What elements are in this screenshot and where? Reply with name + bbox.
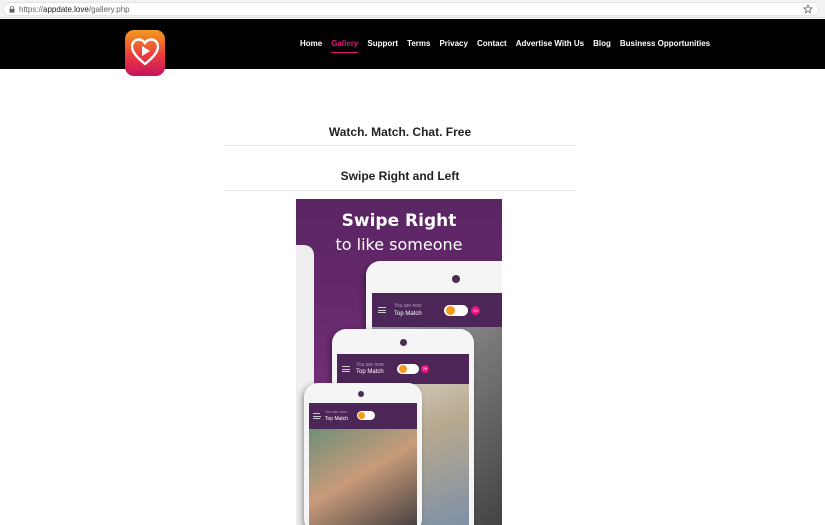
nav-item-support[interactable]: Support	[367, 39, 398, 53]
count-badge: 29	[471, 306, 480, 315]
profile-photo	[309, 429, 417, 525]
divider	[224, 190, 576, 191]
phone-speaker	[358, 391, 364, 397]
nav-item-advertise-with-us[interactable]: Advertise With Us	[516, 39, 584, 53]
divider	[224, 145, 576, 146]
like-toggle	[397, 364, 419, 374]
phone-app-bar: You are now Top Match 29	[337, 354, 469, 384]
phone-speaker	[452, 275, 460, 283]
heart-play-icon	[131, 38, 159, 66]
phone-subtitle: You are now	[394, 303, 422, 309]
page-heading: Watch. Match. Chat. Free	[328, 125, 472, 139]
gallery-image-swipe-right[interactable]: Swipe Right to like someone You are now …	[296, 199, 502, 525]
phone-title: Top Match	[394, 311, 422, 317]
nav-item-privacy[interactable]: Privacy	[439, 39, 467, 53]
phone-app-bar: You are now Top Match	[309, 403, 417, 429]
heart-icon	[399, 365, 407, 373]
phone-illustration-front: You are now Top Match	[304, 383, 422, 525]
phone-app-bar: You are now Top Match 29	[372, 293, 502, 327]
site-header: Home Gallery Support Terms Privacy Contact Adv…	[0, 19, 825, 76]
menu-icon	[342, 366, 350, 372]
nav-item-terms[interactable]: Terms	[407, 39, 430, 53]
phone-title: Top Match	[356, 369, 384, 375]
gallery-subheading: Swipe Right and Left	[340, 169, 460, 183]
nav-item-gallery[interactable]: Gallery	[331, 39, 359, 53]
like-toggle	[444, 305, 468, 316]
nav-item-home[interactable]: Home	[300, 39, 322, 53]
main-nav: Home Gallery Support Terms Privacy Contact Adv…	[300, 39, 719, 53]
phone-subtitle: You are now	[325, 409, 348, 414]
heart-icon	[358, 412, 365, 419]
url-text: https://appdate.love/gallery.php	[19, 5, 130, 14]
site-logo[interactable]	[125, 30, 165, 76]
phone-subtitle: You are now	[356, 362, 384, 368]
nav-item-blog[interactable]: Blog	[593, 39, 611, 53]
browser-toolbar: https://appdate.love/gallery.php	[0, 0, 825, 18]
phone-speaker	[400, 339, 407, 346]
menu-icon	[313, 413, 321, 419]
menu-icon	[378, 307, 386, 313]
nav-item-contact[interactable]: Contact	[477, 39, 507, 53]
promo-headline: Swipe Right	[341, 211, 457, 231]
promo-subheadline: to like someone	[335, 235, 463, 254]
count-badge: 29	[421, 365, 429, 373]
address-bar[interactable]: https://appdate.love/gallery.php	[3, 2, 819, 16]
nav-item-business-opportunities[interactable]: Business Opportunities	[620, 39, 710, 53]
bookmark-star-icon[interactable]	[803, 4, 813, 14]
heart-icon	[446, 306, 455, 315]
lock-icon	[9, 6, 15, 13]
phone-title: Top Match	[325, 416, 349, 422]
like-toggle	[357, 411, 375, 420]
